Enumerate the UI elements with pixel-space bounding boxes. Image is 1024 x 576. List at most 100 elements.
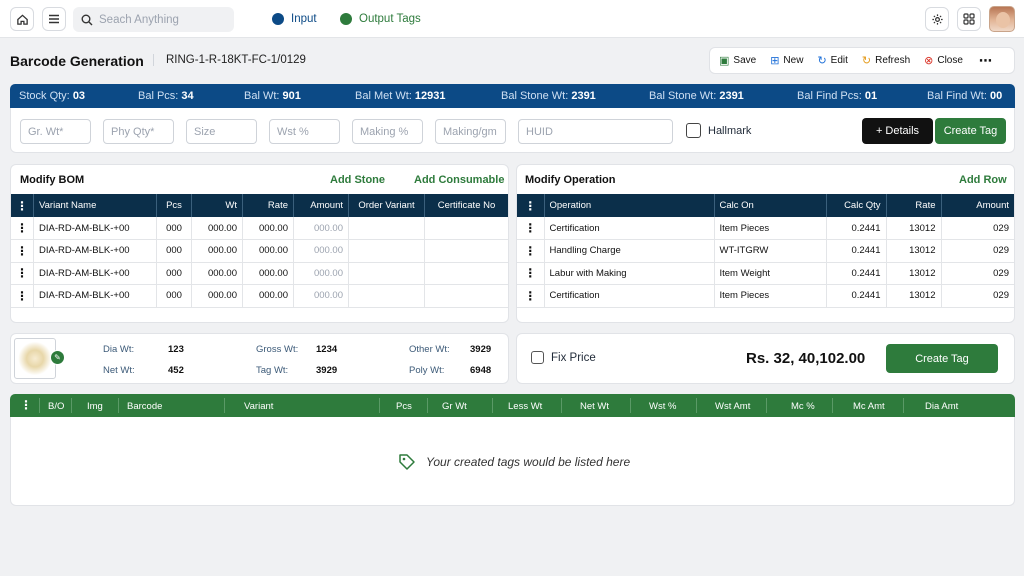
- bom-cell-certificate[interactable]: [424, 262, 508, 285]
- huid-field[interactable]: HUID: [518, 119, 673, 144]
- row-kebab-icon[interactable]: ⋮: [517, 262, 545, 285]
- close-button[interactable]: ⊗ Close: [924, 54, 963, 67]
- table-row[interactable]: ⋮ Certification Item Pieces 0.2441 13012…: [517, 217, 1014, 240]
- refresh-button[interactable]: ↻ Refresh: [862, 54, 910, 67]
- bom-cell-order-variant[interactable]: [348, 262, 425, 285]
- op-cell-amount: 029: [941, 284, 1014, 308]
- table-row[interactable]: ⋮ Labur with Making Item Weight 0.2441 1…: [517, 262, 1014, 285]
- hallmark-checkbox[interactable]: [686, 123, 701, 138]
- avatar[interactable]: [989, 6, 1015, 32]
- tags-col-bo: B/O: [48, 401, 65, 412]
- add-row-link[interactable]: Add Row: [959, 174, 1007, 186]
- more-options-button[interactable]: ⋯: [979, 53, 992, 69]
- details-button[interactable]: + Details: [862, 118, 933, 144]
- op-col-calc-qty: Calc Qty: [826, 194, 887, 217]
- bom-col-variant: Variant Name: [33, 194, 157, 217]
- new-button[interactable]: ⊞ New: [770, 54, 803, 67]
- size-field[interactable]: Size: [186, 119, 257, 144]
- bom-cell-pcs[interactable]: 000: [156, 239, 192, 263]
- physical-qty-field[interactable]: Phy Qty*: [103, 119, 174, 144]
- create-tag-button-top[interactable]: Create Tag: [935, 118, 1006, 144]
- row-kebab-icon[interactable]: ⋮: [517, 217, 545, 240]
- edit-image-icon[interactable]: ✎: [50, 350, 65, 365]
- bom-cell-wt[interactable]: 000.00: [191, 239, 243, 263]
- add-stone-link[interactable]: Add Stone: [330, 174, 385, 186]
- making-percent-field[interactable]: Making %: [352, 119, 423, 144]
- row-kebab-icon[interactable]: ⋮: [11, 262, 34, 285]
- row-kebab-icon[interactable]: ⋮: [517, 239, 545, 263]
- stat-bal-pcs: Bal Pcs: 34: [138, 90, 194, 102]
- bom-cell-certificate[interactable]: [424, 217, 508, 240]
- bom-cell-rate[interactable]: 000.00: [242, 239, 294, 263]
- apps-button[interactable]: [957, 7, 981, 31]
- table-row[interactable]: ⋮ DIA-RD-AM-BLK-+00 000 000.00 000.00 00…: [11, 284, 508, 308]
- home-icon: [16, 13, 28, 25]
- op-cell-amount: 029: [941, 217, 1014, 240]
- bom-cell-pcs[interactable]: 000: [156, 284, 192, 308]
- settings-button[interactable]: [925, 7, 949, 31]
- gross-weight-field[interactable]: Gr. Wt*: [20, 119, 91, 144]
- gear-icon: [931, 13, 943, 25]
- bom-col-rate: Rate: [242, 194, 294, 217]
- bom-cell-amount: 000.00: [293, 239, 349, 263]
- bom-cell-pcs[interactable]: 000: [156, 217, 192, 240]
- bom-col-order-variant: Order Variant: [348, 194, 425, 217]
- edit-button[interactable]: ↻ Edit: [817, 54, 847, 67]
- search-placeholder: Seach Anything: [99, 13, 179, 26]
- bom-cell-order-variant[interactable]: [348, 239, 425, 263]
- op-cell-calc-on: Item Pieces: [714, 217, 827, 240]
- output-dot: [340, 13, 352, 25]
- bom-cell-certificate[interactable]: [424, 239, 508, 263]
- making-per-gram-field[interactable]: Making/gm: [435, 119, 506, 144]
- bom-cell-amount: 000.00: [293, 284, 349, 308]
- table-row[interactable]: ⋮ Handling Charge WT-ITGRW 0.2441 13012 …: [517, 239, 1014, 263]
- op-kebab-header-icon[interactable]: ⋮: [517, 194, 545, 217]
- stat-bal-wt: Bal Wt: 901: [244, 90, 301, 102]
- table-row[interactable]: ⋮ DIA-RD-AM-BLK-+00 000 000.00 000.00 00…: [11, 239, 508, 263]
- bom-col-wt: Wt: [191, 194, 243, 217]
- row-kebab-icon[interactable]: ⋮: [11, 217, 34, 240]
- row-kebab-icon[interactable]: ⋮: [517, 284, 545, 308]
- search-input[interactable]: Seach Anything: [73, 7, 234, 32]
- net-wt-value: 452: [168, 365, 184, 376]
- tags-col-dia-amt: Dia Amt: [925, 401, 959, 412]
- close-icon: ⊗: [924, 55, 934, 67]
- menu-button[interactable]: [42, 7, 66, 31]
- operation-title: Modify Operation: [525, 174, 616, 186]
- bom-cell-wt[interactable]: 000.00: [191, 217, 243, 240]
- wastage-percent-field[interactable]: Wst %: [269, 119, 340, 144]
- fix-price-checkbox[interactable]: [531, 351, 544, 364]
- tags-kebab-icon[interactable]: ⋮: [20, 398, 32, 412]
- gross-wt-value: 1234: [316, 344, 338, 355]
- sku-code: RING-1-R-18KT-FC-1/0129: [153, 54, 306, 66]
- bom-cell-rate[interactable]: 000.00: [242, 284, 294, 308]
- bom-cell-wt[interactable]: 000.00: [191, 262, 243, 285]
- balance-stats-bar: Stock Qty: 03 Bal Pcs: 34 Bal Wt: 901 Ba…: [10, 84, 1015, 108]
- tags-col-less-wt: Less Wt: [508, 401, 543, 412]
- home-button[interactable]: [10, 7, 34, 31]
- table-row[interactable]: ⋮ DIA-RD-AM-BLK-+00 000 000.00 000.00 00…: [11, 217, 508, 240]
- bom-cell-rate[interactable]: 000.00: [242, 262, 294, 285]
- add-consumable-link[interactable]: Add Consumable: [414, 174, 504, 186]
- op-cell-rate: 13012: [886, 284, 942, 308]
- legend-input: Input: [272, 13, 317, 25]
- bom-cell-rate[interactable]: 000.00: [242, 217, 294, 240]
- tags-col-mc-amt: Mc Amt: [853, 401, 885, 412]
- tags-col-img: Img: [87, 401, 103, 412]
- bom-cell-order-variant[interactable]: [348, 217, 425, 240]
- bom-cell-wt[interactable]: 000.00: [191, 284, 243, 308]
- row-kebab-icon[interactable]: ⋮: [11, 284, 34, 308]
- bom-kebab-header-icon[interactable]: ⋮: [11, 194, 34, 217]
- row-kebab-icon[interactable]: ⋮: [11, 239, 34, 263]
- bom-cell-pcs[interactable]: 000: [156, 262, 192, 285]
- save-button[interactable]: ▣ Save: [719, 54, 756, 67]
- hallmark-label: Hallmark: [708, 125, 752, 137]
- bom-cell-certificate[interactable]: [424, 284, 508, 308]
- tag-icon: [399, 454, 415, 470]
- save-icon: ▣: [719, 55, 730, 67]
- table-row[interactable]: ⋮ Certification Item Pieces 0.2441 13012…: [517, 284, 1014, 308]
- bom-cell-order-variant[interactable]: [348, 284, 425, 308]
- table-row[interactable]: ⋮ DIA-RD-AM-BLK-+00 000 000.00 000.00 00…: [11, 262, 508, 285]
- new-icon: ⊞: [770, 55, 780, 67]
- create-tag-button[interactable]: Create Tag: [886, 344, 998, 373]
